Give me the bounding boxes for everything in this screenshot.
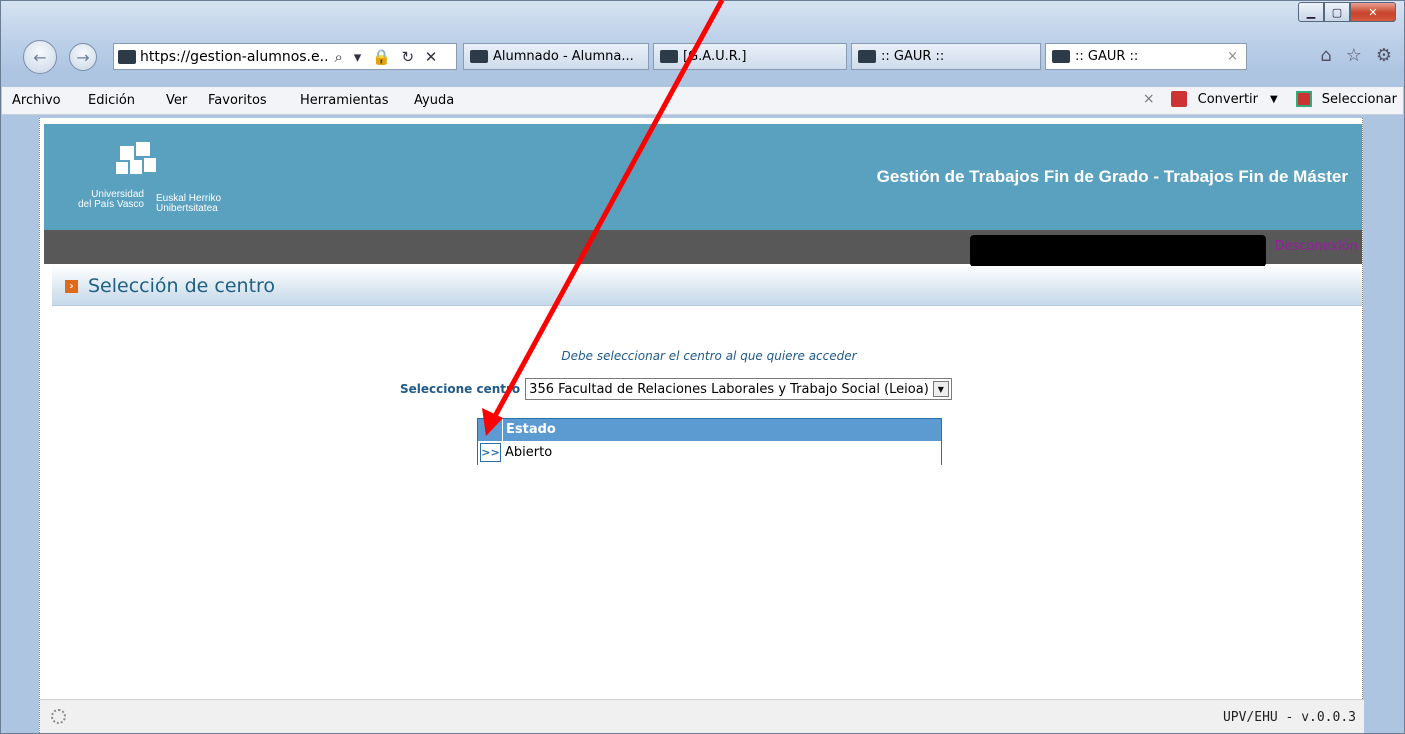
window-controls: ▁ ▢ ✕ (1298, 2, 1396, 22)
chevron-right-icon: › (65, 280, 78, 293)
select-icon (1295, 91, 1312, 107)
browser-window: ▁ ▢ ✕ ← → https://gestion-alumnos.e.. ⌕ … (0, 0, 1405, 734)
chevron-down-icon[interactable]: ▼ (932, 381, 949, 397)
app-title: Gestión de Trabajos Fin de Grado - Traba… (876, 167, 1348, 186)
section-header: › Selección de centro (52, 266, 1362, 306)
favicon-icon (470, 50, 488, 63)
browser-tools: ⌂ ☆ ⚙ (1320, 45, 1392, 66)
tab-label: [G.A.U.R.] (683, 49, 747, 64)
page-content: Universidad del País Vasco Euskal Herrik… (39, 118, 1364, 733)
convert-button[interactable]: Convertir (1198, 92, 1258, 107)
address-tools[interactable]: ⌕ ▾ 🔒 ↻ ✕ (335, 48, 441, 66)
loading-spinner-icon (51, 709, 66, 724)
user-bar: Desconexión (44, 230, 1362, 267)
column-estado: Estado (506, 422, 556, 437)
arrow-left-icon: ← (33, 47, 47, 67)
centro-selector-row: Seleccione centro 356 Facultad de Relaci… (400, 378, 952, 400)
title-bar: ▁ ▢ ✕ (1, 1, 1404, 37)
favicon-icon (1052, 50, 1070, 63)
favicon-icon (858, 50, 876, 63)
menu-bar: Archivo Edición Ver Favoritos Herramient… (2, 87, 1403, 115)
section-title: Selección de centro (88, 275, 276, 297)
maximize-button[interactable]: ▢ (1324, 2, 1350, 22)
home-icon[interactable]: ⌂ (1320, 45, 1331, 66)
estado-table: Estado >> Abierto (477, 418, 942, 465)
address-url: https://gestion-alumnos.e.. (140, 48, 329, 65)
menu-archivo[interactable]: Archivo (12, 93, 61, 108)
back-button[interactable]: ← (23, 40, 57, 74)
centro-selected-value: 356 Facultad de Relaciones Laborales y T… (529, 381, 929, 397)
select-button[interactable]: Seleccionar (1322, 92, 1397, 107)
tab-gaur[interactable]: [G.A.U.R.] (653, 43, 847, 70)
menu-ver[interactable]: Ver (166, 93, 187, 108)
tab-gaur-2[interactable]: :: GAUR :: (851, 43, 1041, 70)
close-window-button[interactable]: ✕ (1350, 2, 1396, 22)
table-header: Estado (478, 418, 941, 441)
tab-alumnado[interactable]: Alumnado - Alumna... (463, 43, 649, 70)
favicon-icon (118, 49, 136, 64)
toolbar-close-icon[interactable]: × (1143, 91, 1155, 107)
menu-favoritos[interactable]: Favoritos (208, 93, 267, 108)
menu-herramientas[interactable]: Herramientas (300, 93, 389, 108)
menu-edicion[interactable]: Edición (88, 93, 135, 108)
pdf-toolbar: × Convertir ▼ Seleccionar (1143, 91, 1397, 107)
tab-label: :: GAUR :: (881, 49, 945, 64)
tab-gaur-active[interactable]: :: GAUR :: × (1045, 43, 1247, 70)
logo-text-es: Universidad del País Vasco (78, 189, 144, 210)
site-header: Universidad del País Vasco Euskal Herrik… (44, 124, 1362, 230)
logout-link[interactable]: Desconexión (1275, 239, 1358, 254)
version-label: UPV/EHU - v.0.0.3 (1222, 710, 1356, 725)
gear-icon[interactable]: ⚙ (1376, 45, 1392, 66)
estado-cell: Abierto (505, 445, 553, 460)
status-bar: UPV/EHU - v.0.0.3 (40, 699, 1364, 733)
logo-text-eu: Euskal Herriko Unibertsitatea (156, 193, 222, 214)
arrow-right-icon: → (76, 47, 90, 67)
upv-ehu-logo-icon (114, 140, 158, 178)
instruction-text: Debe seleccionar el centro al que quiere… (561, 349, 857, 363)
favicon-icon (660, 50, 678, 63)
redacted-username (970, 235, 1266, 267)
tab-close-icon[interactable]: × (1227, 49, 1238, 64)
table-row: >> Abierto (478, 441, 941, 463)
centro-label: Seleccione centro (400, 382, 521, 396)
menu-ayuda[interactable]: Ayuda (414, 93, 454, 108)
minimize-button[interactable]: ▁ (1298, 2, 1324, 22)
pdf-convert-icon (1170, 91, 1187, 107)
favorites-star-icon[interactable]: ☆ (1346, 45, 1362, 66)
select-row-button[interactable]: >> (480, 443, 501, 462)
centro-select[interactable]: 356 Facultad de Relaciones Laborales y T… (525, 378, 952, 400)
tab-label: :: GAUR :: (1075, 49, 1139, 64)
forward-button[interactable]: → (69, 43, 97, 71)
chevron-down-icon[interactable]: ▼ (1270, 94, 1278, 105)
tab-label: Alumnado - Alumna... (493, 49, 634, 64)
address-bar[interactable]: https://gestion-alumnos.e.. ⌕ ▾ 🔒 ↻ ✕ (113, 43, 457, 70)
